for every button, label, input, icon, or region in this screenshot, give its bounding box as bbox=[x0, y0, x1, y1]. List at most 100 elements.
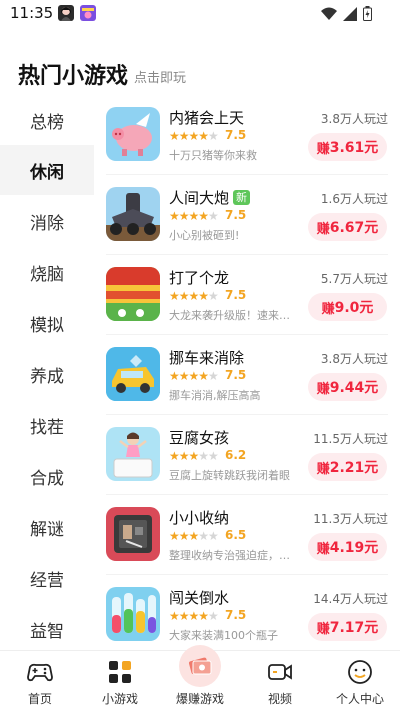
category-label: 消除 bbox=[30, 213, 64, 234]
category-label: 养成 bbox=[30, 366, 64, 387]
earn-button[interactable]: 赚 7.17元 bbox=[308, 613, 387, 641]
nav-label: 首页 bbox=[27, 692, 52, 706]
car-game-icon[interactable] bbox=[106, 347, 160, 401]
page-subtitle: 点击即玩 bbox=[134, 71, 187, 86]
category-item-经营[interactable]: 经营 bbox=[0, 553, 94, 603]
game-rating: 7.5 bbox=[225, 288, 247, 302]
pig-game-icon[interactable] bbox=[106, 107, 160, 161]
category-sidebar: 总榜 休闲 消除 烧脑 模拟 养成 找茬 合成 解谜 经营 益智 bbox=[0, 95, 94, 650]
bottom-nav: 首页 小游戏 爆赚游戏 视频 个人中心 bbox=[0, 645, 400, 711]
smiley-icon bbox=[347, 659, 373, 685]
category-item-模拟[interactable]: 模拟 bbox=[0, 298, 94, 348]
cannon-game-icon[interactable] bbox=[106, 187, 160, 241]
gamepad-icon bbox=[27, 659, 53, 685]
game-name[interactable]: 人间大炮新 bbox=[169, 187, 251, 208]
earn-button[interactable]: 赚 9.0元 bbox=[308, 293, 387, 321]
category-label: 益智 bbox=[30, 621, 64, 642]
rating-stars: ★★★★★ bbox=[169, 449, 219, 463]
wifi-icon bbox=[321, 6, 337, 25]
category-item-消除[interactable]: 消除 bbox=[0, 196, 94, 246]
rating-stars: ★★★★★ bbox=[169, 209, 219, 223]
game-row[interactable]: 小小收纳 ★★★★★ 6.5 整理收纳专治强迫症，超解压 11.3万人玩过 赚4… bbox=[94, 495, 400, 575]
nav-label: 小游戏 bbox=[101, 692, 138, 706]
game-name[interactable]: 内猪会上天 bbox=[169, 107, 244, 128]
rating-stars: ★★★★★ bbox=[169, 609, 219, 623]
status-bar: 11:35 bbox=[0, 0, 400, 28]
category-label: 解谜 bbox=[30, 519, 64, 540]
category-label: 经营 bbox=[30, 570, 64, 591]
category-label: 烧脑 bbox=[30, 264, 64, 285]
category-item-休闲[interactable]: 休闲 bbox=[0, 145, 94, 195]
category-item-总榜[interactable]: 总榜 bbox=[0, 95, 94, 145]
game-rating: 7.5 bbox=[225, 128, 247, 142]
nav-label: 视频 bbox=[267, 692, 292, 706]
nav-big-earn-games[interactable]: 爆赚游戏 bbox=[160, 645, 240, 711]
game-name[interactable]: 豆腐女孩 bbox=[169, 427, 229, 448]
category-label: 合成 bbox=[30, 468, 64, 489]
video-icon bbox=[267, 659, 293, 685]
players-count: 14.4万人玩过 bbox=[313, 592, 388, 606]
game-row[interactable]: 打了个龙 ★★★★★ 7.5 大龙来袭升级版！速来挑战！ 5.7万人玩过 赚 9.… bbox=[94, 255, 400, 335]
game-row[interactable]: 闯关倒水 ★★★★★ 7.5 大家来装满100个瓶子 14.4万人玩过 赚 7.1… bbox=[94, 575, 400, 650]
game-row[interactable]: 豆腐女孩 ★★★★★ 6.2 豆腐上旋转跳跃我闭着眼 11.5万人玩过 赚 2.2… bbox=[94, 415, 400, 495]
notification-app-icon bbox=[58, 5, 74, 21]
category-item-烧脑[interactable]: 烧脑 bbox=[0, 247, 94, 297]
category-label: 模拟 bbox=[30, 315, 64, 336]
earn-button[interactable]: 赚 3.61元 bbox=[308, 133, 387, 161]
grid-icon bbox=[107, 659, 133, 685]
game-rating: 6.5 bbox=[225, 528, 247, 542]
category-label: 总榜 bbox=[30, 112, 64, 133]
game-name[interactable]: 打了个龙 bbox=[169, 267, 229, 288]
new-badge: 新 bbox=[233, 190, 251, 205]
category-label: 休闲 bbox=[30, 162, 64, 183]
game-rating: 7.5 bbox=[225, 208, 247, 222]
category-item-合成[interactable]: 合成 bbox=[0, 451, 94, 501]
earn-button[interactable]: 赚 4.19元 bbox=[308, 533, 387, 561]
game-description: 大龙来袭升级版！速来挑战！ bbox=[169, 309, 299, 322]
signal-icon bbox=[343, 6, 357, 25]
players-count: 5.7万人玩过 bbox=[320, 272, 388, 286]
earn-button[interactable]: 赚 6.67元 bbox=[308, 213, 387, 241]
game-row[interactable]: 人间大炮新 ★★★★★ 7.5 小心别被砸到! 1.6万人玩过 赚 6.67元 bbox=[94, 175, 400, 255]
category-item-益智[interactable]: 益智 bbox=[0, 604, 94, 654]
game-name[interactable]: 小小收纳 bbox=[169, 507, 229, 528]
battery-icon bbox=[363, 6, 372, 25]
nav-label: 个人中心 bbox=[335, 692, 384, 706]
game-description: 豆腐上旋转跳跃我闭着眼 bbox=[169, 469, 290, 482]
nav-label: 爆赚游戏 bbox=[175, 692, 224, 706]
game-row[interactable]: 挪车来消除 ★★★★★ 7.5 挪车消消,解压高高 3.8万人玩过 赚 9.44元 bbox=[94, 335, 400, 415]
game-description: 挪车消消,解压高高 bbox=[169, 389, 261, 402]
game-name[interactable]: 闯关倒水 bbox=[169, 587, 229, 608]
game-rating: 7.5 bbox=[225, 368, 247, 382]
storage-game-icon[interactable] bbox=[106, 507, 160, 561]
notification-app-icon bbox=[80, 5, 96, 21]
earn-button[interactable]: 赚 9.44元 bbox=[308, 373, 387, 401]
rating-stars: ★★★★★ bbox=[169, 129, 219, 143]
nav-video[interactable]: 视频 bbox=[240, 651, 320, 711]
water-sort-game-icon[interactable] bbox=[106, 587, 160, 641]
earn-button[interactable]: 赚 2.21元 bbox=[308, 453, 387, 481]
nav-home[interactable]: 首页 bbox=[0, 651, 80, 711]
game-name[interactable]: 挪车来消除 bbox=[169, 347, 244, 368]
game-rating: 7.5 bbox=[225, 608, 247, 622]
game-description: 大家来装满100个瓶子 bbox=[169, 629, 278, 642]
category-item-解谜[interactable]: 解谜 bbox=[0, 502, 94, 552]
game-description: 十万只猪等你来救 bbox=[169, 149, 257, 162]
category-item-养成[interactable]: 养成 bbox=[0, 349, 94, 399]
rating-stars: ★★★★★ bbox=[169, 289, 219, 303]
game-rating: 6.2 bbox=[225, 448, 247, 462]
tofu-girl-game-icon[interactable] bbox=[106, 427, 160, 481]
game-row[interactable]: 内猪会上天 ★★★★★ 7.5 十万只猪等你来救 3.8万人玩过 赚 3.61元 bbox=[94, 95, 400, 175]
players-count: 11.3万人玩过 bbox=[313, 512, 388, 526]
players-count: 3.8万人玩过 bbox=[320, 352, 388, 366]
players-count: 11.5万人玩过 bbox=[313, 432, 388, 446]
players-count: 3.8万人玩过 bbox=[320, 112, 388, 126]
nav-profile[interactable]: 个人中心 bbox=[320, 651, 400, 711]
category-label: 找茬 bbox=[30, 417, 64, 438]
category-item-找茬[interactable]: 找茬 bbox=[0, 400, 94, 450]
dragon-game-icon[interactable] bbox=[106, 267, 160, 321]
nav-mini-games[interactable]: 小游戏 bbox=[80, 651, 160, 711]
players-count: 1.6万人玩过 bbox=[320, 192, 388, 206]
rating-stars: ★★★★★ bbox=[169, 529, 219, 543]
game-description: 小心别被砸到! bbox=[169, 229, 240, 242]
